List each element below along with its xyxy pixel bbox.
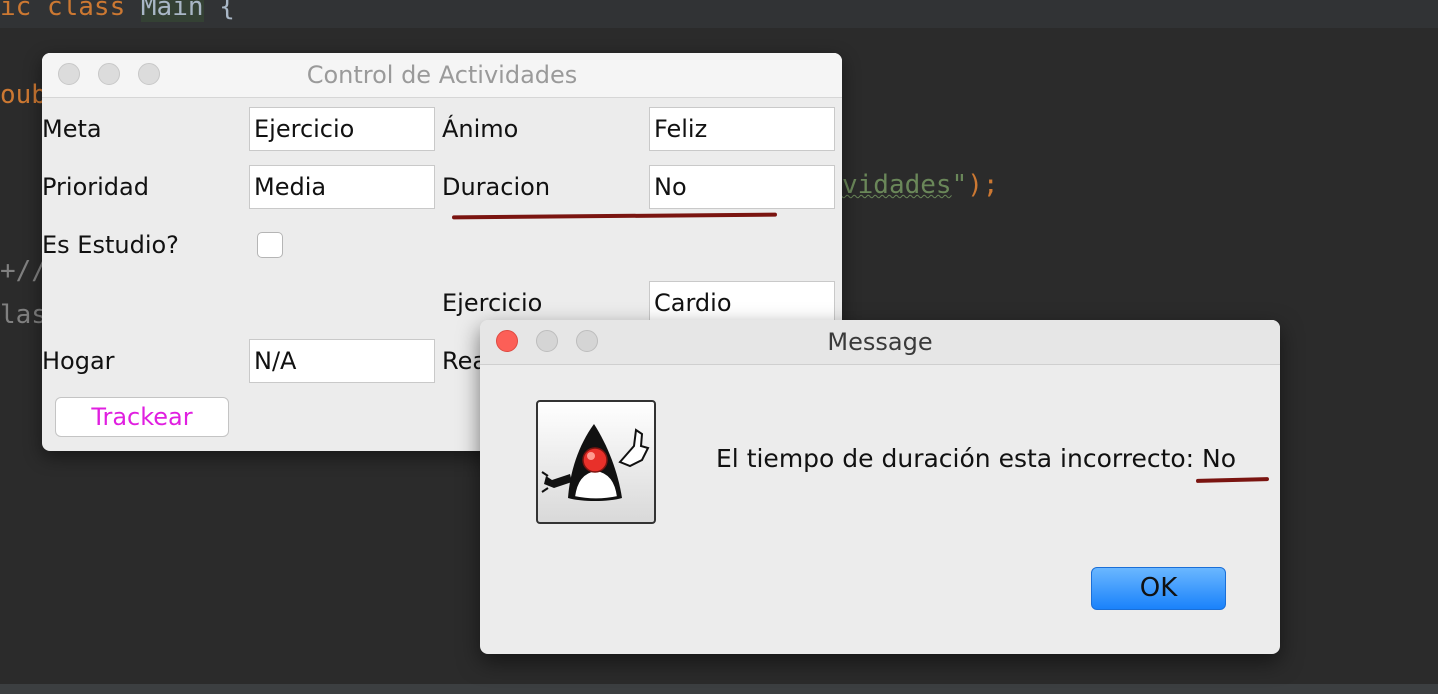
message-dialog: Message El tiempo de duración esta incor…: [480, 320, 1280, 654]
ok-button[interactable]: OK: [1091, 567, 1226, 610]
statement-end: );: [967, 170, 999, 200]
meta-field[interactable]: Ejercicio: [249, 107, 435, 151]
class-name: Main: [140, 0, 204, 22]
hogar-label: Hogar: [42, 347, 115, 375]
string-literal: vidades: [842, 170, 952, 200]
prioridad-field[interactable]: Media: [249, 165, 435, 209]
message-text: El tiempo de duración esta incorrecto: N…: [716, 444, 1237, 473]
code-line-class-decl: ic class Main {: [0, 0, 235, 22]
animo-field[interactable]: Feliz: [649, 107, 835, 151]
window-title: Control de Actividades: [306, 61, 578, 89]
code-line-string: vidades");: [842, 170, 999, 200]
duracion-field[interactable]: No: [649, 165, 835, 209]
string-quote: ": [951, 170, 968, 200]
dialog-titlebar: Message: [480, 320, 1280, 365]
es-estudio-label: Es Estudio?: [42, 231, 179, 259]
hogar-field[interactable]: N/A: [249, 339, 435, 383]
dialog-title: Message: [827, 328, 933, 356]
annotation-underline-message: [1195, 477, 1270, 483]
keyword-class: class: [46, 0, 126, 22]
code-line-comment: +//: [0, 256, 47, 286]
duracion-label: Duracion: [442, 173, 551, 201]
code-line-las: las: [0, 300, 47, 330]
brace: {: [219, 0, 235, 22]
keyword-public: ic: [0, 0, 32, 22]
editor-status-bar: [0, 684, 1438, 694]
java-duke-icon: [536, 400, 656, 524]
window-titlebar: Control de Actividades: [42, 53, 842, 98]
ejercicio-label: Ejercicio: [442, 289, 543, 317]
annotation-underline-duracion: [451, 212, 778, 220]
ejercicio-field[interactable]: Cardio: [649, 281, 835, 325]
trackear-button[interactable]: Trackear: [55, 397, 229, 437]
code-line-pub: oub: [0, 80, 47, 110]
prioridad-label: Prioridad: [42, 173, 149, 201]
es-estudio-checkbox[interactable]: [257, 232, 283, 258]
meta-label: Meta: [42, 115, 102, 143]
animo-label: Ánimo: [442, 115, 519, 143]
